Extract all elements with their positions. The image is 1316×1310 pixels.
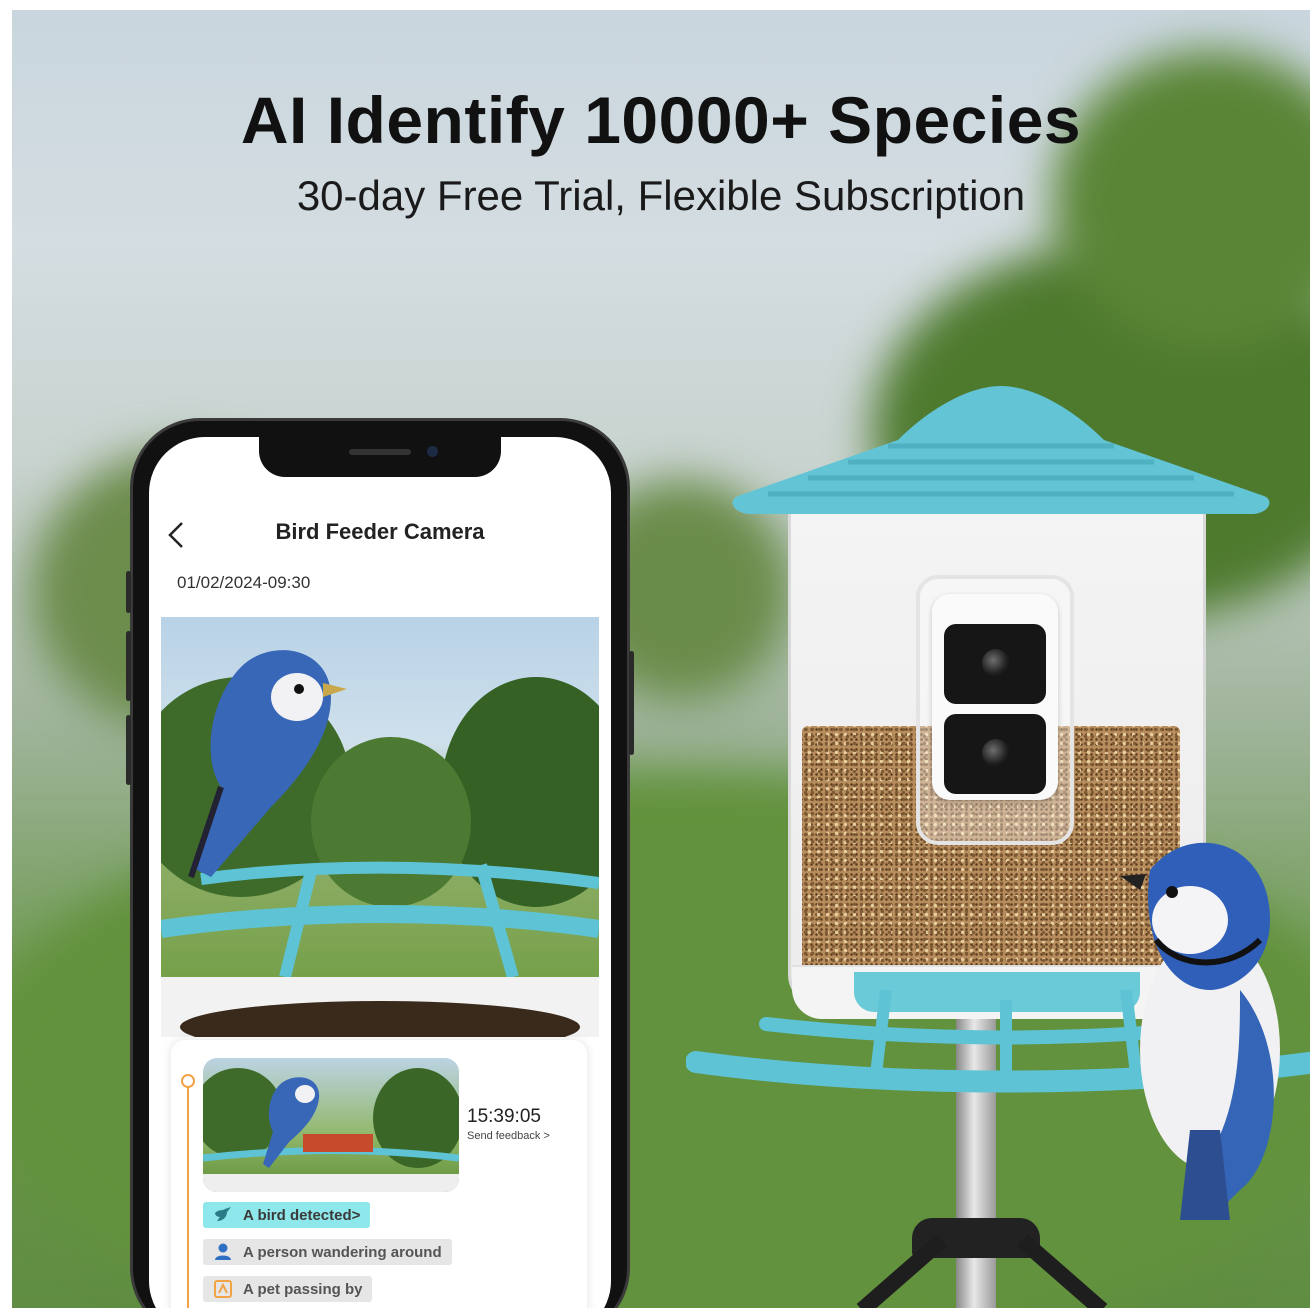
phone-side-button bbox=[629, 651, 634, 755]
blue-jay-bird bbox=[1120, 842, 1280, 1220]
detection-pet[interactable]: A pet passing by bbox=[203, 1276, 373, 1302]
event-card[interactable]: 15:39:05 Send feedback > A bird detected… bbox=[171, 1040, 587, 1308]
live-camera-view[interactable] bbox=[161, 617, 599, 1037]
bird-icon bbox=[263, 1077, 320, 1168]
person-icon bbox=[215, 1243, 231, 1260]
timeline-dot bbox=[181, 1074, 195, 1088]
capture-timestamp: 01/02/2024-09:30 bbox=[177, 573, 311, 592]
phone-screen: Bird Feeder Camera 01/02/2024-09:30 15:3… bbox=[149, 437, 611, 1308]
detection-label: A pet passing by bbox=[243, 1280, 363, 1298]
blue-jay-bird bbox=[188, 650, 347, 878]
product-banner: AI Identify 10000+ Species 30-day Free T… bbox=[12, 10, 1310, 1308]
phone-side-button bbox=[126, 571, 131, 613]
speaker-grill bbox=[349, 449, 411, 455]
detection-label: A bird detected> bbox=[243, 1206, 361, 1224]
feeder-camera bbox=[932, 594, 1058, 800]
phone-side-button bbox=[126, 631, 131, 701]
bird-icon bbox=[215, 1207, 231, 1221]
phone-notch bbox=[259, 437, 501, 477]
camera-lens bbox=[944, 714, 1046, 794]
smartphone: Bird Feeder Camera 01/02/2024-09:30 15:3… bbox=[126, 418, 634, 1308]
detection-label: A person wandering around bbox=[243, 1243, 442, 1261]
timeline-line bbox=[187, 1080, 189, 1308]
phone-side-button bbox=[126, 715, 131, 785]
detection-bird[interactable]: A bird detected> bbox=[203, 1202, 371, 1228]
front-camera bbox=[427, 446, 438, 457]
thumbnail-perch bbox=[203, 1134, 459, 1192]
tripod-legs bbox=[856, 1233, 1108, 1308]
event-time: 15:39:05 bbox=[467, 1106, 541, 1127]
event-thumbnail[interactable] bbox=[203, 1058, 459, 1192]
feeder-roof bbox=[732, 386, 1270, 514]
app-title: Bird Feeder Camera bbox=[275, 519, 485, 544]
headline: AI Identify 10000+ Species bbox=[240, 83, 1082, 157]
detection-person[interactable]: A person wandering around bbox=[203, 1239, 452, 1265]
pet-icon bbox=[214, 1280, 232, 1298]
camera-lens bbox=[944, 624, 1046, 704]
subheadline: 30-day Free Trial, Flexible Subscription bbox=[296, 172, 1026, 219]
send-feedback-link[interactable]: Send feedback > bbox=[467, 1130, 550, 1142]
